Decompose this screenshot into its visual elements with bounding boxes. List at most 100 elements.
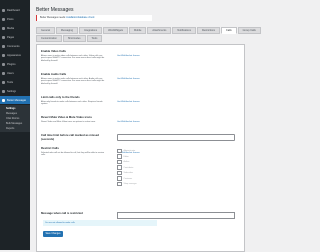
sidebar-menu: Dashboard Posts Media Pages Comments Appearan… bbox=[0, 6, 30, 132]
pages-icon bbox=[2, 35, 5, 39]
sidebar-item-comments[interactable]: Comments bbox=[0, 42, 30, 50]
posts-icon bbox=[2, 17, 5, 21]
websocket-license-link[interactable]: Get WebSocket license bbox=[117, 55, 140, 57]
messages-icon bbox=[2, 98, 5, 102]
sidebar-item-dashboard[interactable]: Dashboard bbox=[0, 6, 30, 14]
tab-integrations[interactable]: Integrations bbox=[79, 27, 103, 34]
setting-description: Selected roles will not be allowed to ca… bbox=[41, 151, 105, 157]
tab-shortcodes[interactable]: Shortcodes bbox=[62, 35, 86, 42]
setup-notice: Better Messages needs installation/datab… bbox=[36, 15, 152, 21]
settings-tabs: General Messaging Integrations WordWidgets M… bbox=[36, 27, 261, 43]
setting-friends-only: Limit calls only to the friends Allow on… bbox=[41, 95, 237, 106]
role-label: Contributor bbox=[123, 166, 134, 169]
main-content: Better Messages Better Messages needs in… bbox=[33, 0, 261, 252]
sidebar-item-label: Dashboard bbox=[7, 8, 20, 12]
call-time-limit-input[interactable] bbox=[117, 134, 235, 141]
tab-customization[interactable]: Customization bbox=[36, 35, 62, 42]
tab-calls[interactable]: Calls bbox=[221, 27, 237, 34]
sidebar-item-media[interactable]: Media bbox=[0, 24, 30, 32]
sidebar-item-label: Posts bbox=[7, 17, 14, 21]
tab-messaging[interactable]: Messaging bbox=[55, 27, 78, 34]
role-option[interactable]: Administrator bbox=[117, 148, 233, 154]
role-option[interactable]: Subscriber bbox=[117, 170, 233, 176]
sidebar-item-settings[interactable]: Settings bbox=[0, 87, 30, 95]
role-label: Author bbox=[123, 161, 130, 163]
sidebar-item-label: Plugins bbox=[7, 62, 16, 66]
notice-link[interactable]: installation/database check bbox=[66, 16, 95, 19]
sidebar-item-label: Media bbox=[7, 26, 15, 30]
websocket-license-link[interactable]: Get WebSocket license bbox=[117, 101, 140, 103]
sidebar-item-posts[interactable]: Posts bbox=[0, 15, 30, 23]
role-label: Administrator bbox=[123, 150, 136, 152]
setting-title: Call time limit before call marked as mi… bbox=[41, 133, 99, 141]
role-label: Shop manager bbox=[123, 183, 137, 185]
tab-tools[interactable]: Tools bbox=[86, 35, 103, 42]
websocket-license-link[interactable]: Get WebSocket license bbox=[117, 78, 140, 80]
setting-audio-calls: Enable Audio Calls Allows users to make … bbox=[41, 72, 237, 85]
page-title: Better Messages bbox=[36, 7, 74, 13]
websocket-license-link[interactable]: Get WebSocket license bbox=[117, 121, 140, 123]
sidebar-item-pages[interactable]: Pages bbox=[0, 33, 30, 41]
tab-mobile[interactable]: Mobile bbox=[129, 27, 147, 34]
comments-icon bbox=[2, 44, 5, 48]
sidebar-submenu: Settings Messages Chat Rooms Bulk Messages R… bbox=[0, 105, 30, 132]
sidebar-item-plugins[interactable]: Plugins bbox=[0, 60, 30, 68]
role-label: Customer bbox=[123, 177, 133, 180]
role-option[interactable]: Author bbox=[117, 159, 233, 165]
sidebar-item-label: Appearance bbox=[7, 53, 21, 57]
plugins-icon bbox=[2, 62, 5, 66]
notice-text: Better Messages needs bbox=[40, 16, 66, 19]
setting-title: Revert Mute Video & Mute Video icons bbox=[41, 115, 92, 119]
setting-title: Enable Video Calls bbox=[41, 49, 66, 53]
role-checkbox[interactable] bbox=[117, 148, 122, 154]
setting-description: Revert Video and Mute Video icons as opt… bbox=[41, 120, 96, 123]
submenu-item-reports[interactable]: Reports bbox=[0, 126, 30, 131]
setting-description: Allow only friends to make calls between… bbox=[41, 100, 103, 106]
role-label: Subscriber bbox=[123, 172, 134, 174]
sidebar-item-label: Comments bbox=[7, 44, 20, 48]
role-option[interactable]: Shop manager bbox=[117, 181, 233, 187]
restrict-roles-list: Administrator Editor Author Contributor Subs… bbox=[117, 148, 233, 188]
role-checkbox[interactable] bbox=[117, 165, 122, 170]
sidebar-item-label: Settings bbox=[7, 89, 17, 93]
admin-sidebar: Dashboard Posts Media Pages Comments Appearan… bbox=[0, 0, 30, 250]
sidebar-item-better-messages[interactable]: Better Messages bbox=[0, 96, 30, 104]
tab-restrictions[interactable]: Restrictions bbox=[196, 27, 221, 34]
restricted-message-preview: You are not allowed to make calls bbox=[43, 220, 157, 226]
tab-attachments[interactable]: Attachments bbox=[147, 27, 172, 34]
media-icon bbox=[2, 26, 5, 30]
dashboard-icon bbox=[2, 8, 5, 12]
tab-row-1: General Messaging Integrations WordWidgets M… bbox=[36, 27, 261, 34]
setting-video-calls: Enable Video Calls Allows users to make … bbox=[41, 49, 237, 62]
tab-notifications[interactable]: Notifications bbox=[172, 27, 196, 34]
sidebar-item-label: Pages bbox=[7, 35, 15, 39]
role-label: Editor bbox=[123, 155, 129, 158]
sidebar-item-label: Tools bbox=[7, 80, 14, 84]
tab-wordwidgets[interactable]: WordWidgets bbox=[103, 27, 129, 34]
sidebar-item-users[interactable]: Users bbox=[0, 69, 30, 77]
role-checkbox[interactable] bbox=[117, 159, 122, 165]
setting-title: Enable Audio Calls bbox=[41, 72, 67, 76]
role-option[interactable]: Editor bbox=[117, 154, 233, 159]
setting-revert-mute-icons: Revert Mute Video & Mute Video icons Rev… bbox=[41, 115, 237, 123]
role-checkbox[interactable] bbox=[117, 176, 122, 181]
tab-row-2: Customization Shortcodes Tools bbox=[36, 35, 243, 42]
role-option[interactable]: Contributor bbox=[117, 165, 233, 170]
sidebar-item-appearance[interactable]: Appearance bbox=[0, 51, 30, 59]
sidebar-item-label: Users bbox=[7, 71, 14, 75]
tab-general[interactable]: General bbox=[36, 27, 55, 34]
role-option[interactable]: Customer bbox=[117, 176, 233, 181]
role-checkbox[interactable] bbox=[117, 154, 122, 159]
tools-icon bbox=[2, 80, 5, 84]
calls-settings-panel: Enable Video Calls Allows users to make … bbox=[36, 44, 245, 252]
tab-group-calls[interactable]: Group Calls bbox=[237, 27, 261, 34]
save-changes-button[interactable]: Save Changes bbox=[43, 231, 63, 237]
users-icon bbox=[2, 71, 5, 75]
sidebar-item-label: Better Messages bbox=[7, 98, 27, 102]
role-checkbox[interactable] bbox=[117, 181, 122, 187]
restricted-message-input[interactable] bbox=[117, 212, 235, 219]
settings-icon bbox=[2, 89, 5, 93]
setting-title: Limit calls only to the friends bbox=[41, 95, 80, 99]
sidebar-item-tools[interactable]: Tools bbox=[0, 78, 30, 86]
role-checkbox[interactable] bbox=[117, 170, 122, 176]
